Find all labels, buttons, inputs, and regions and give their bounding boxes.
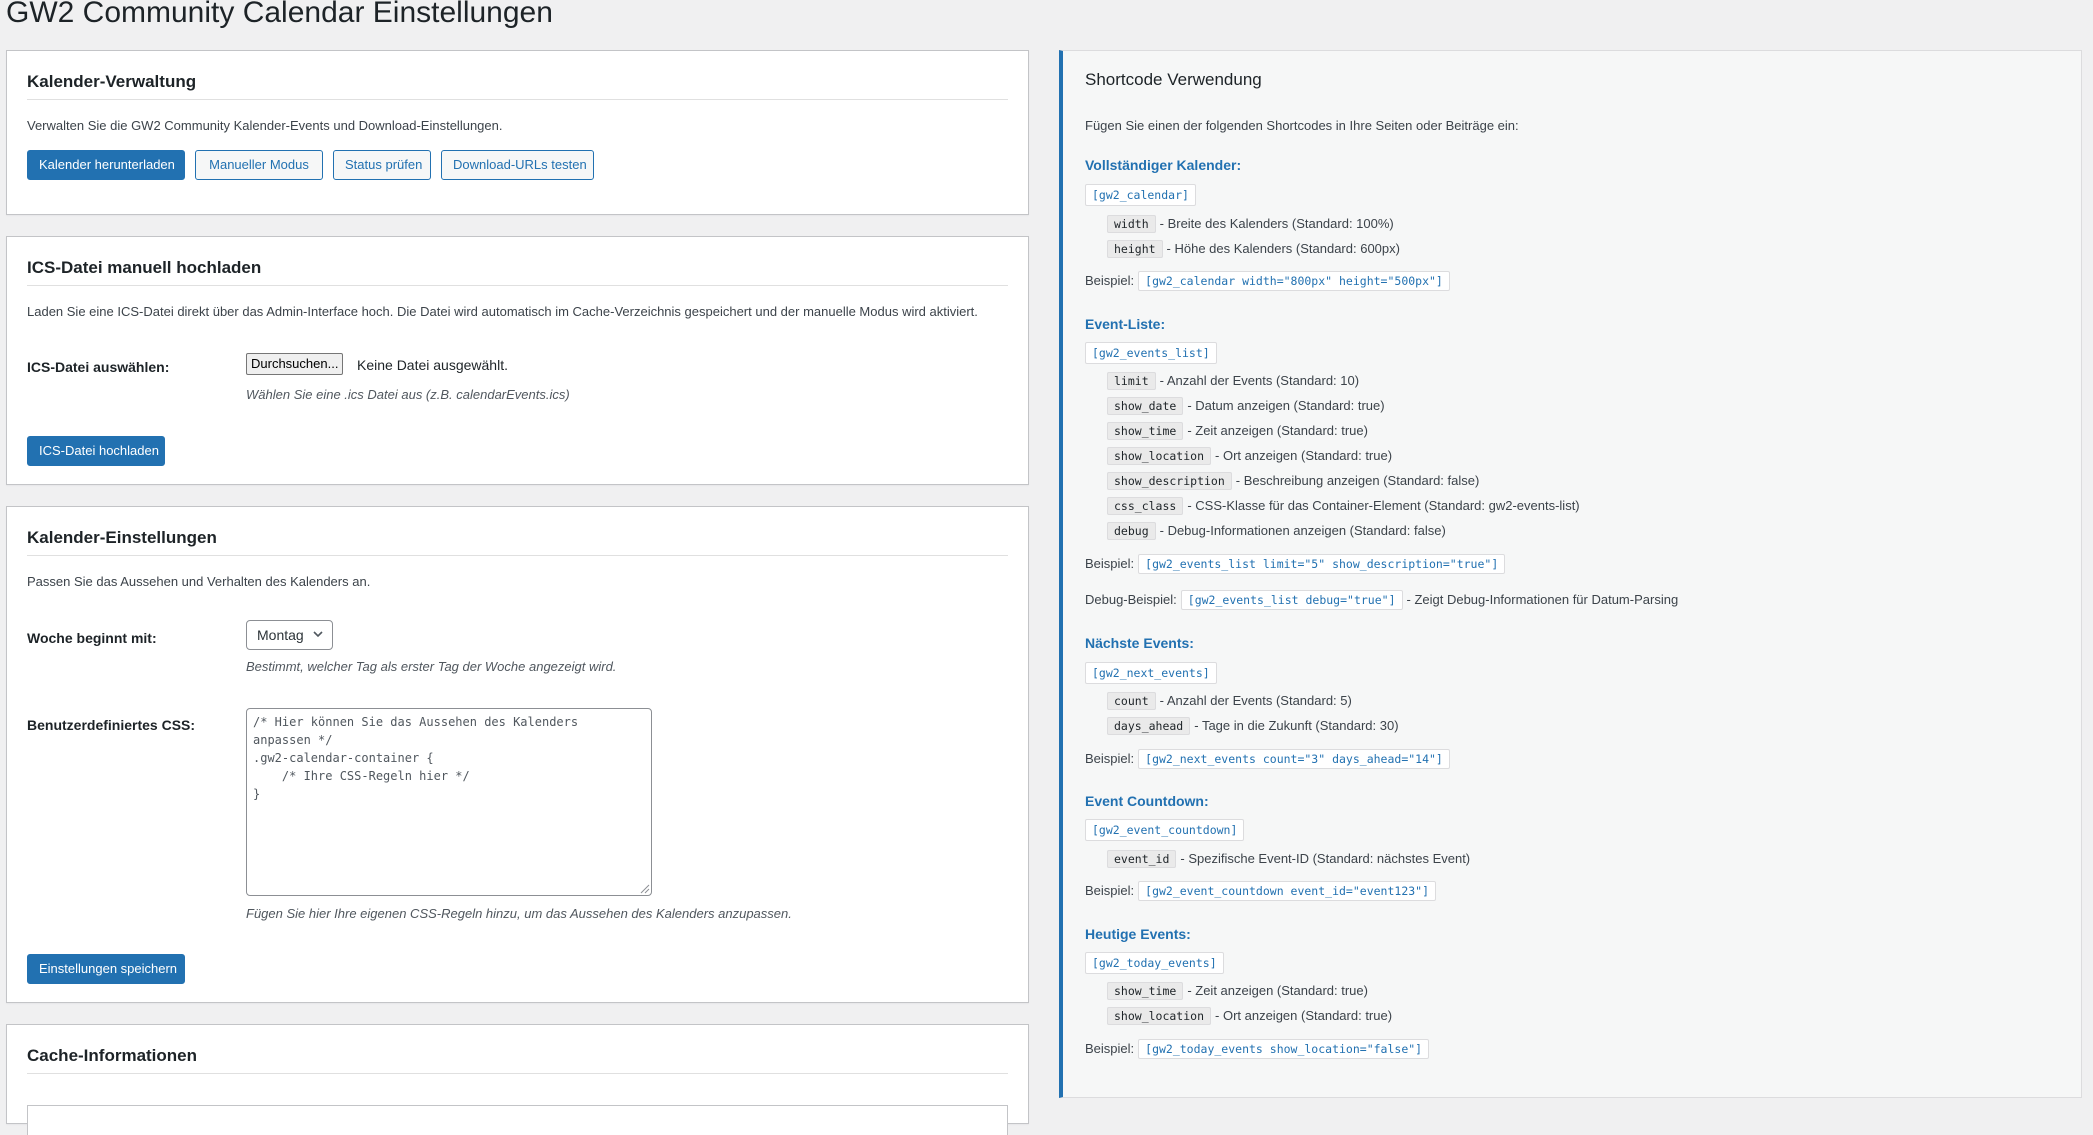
divider: [27, 555, 1008, 556]
param-item: width - Breite des Kalenders (Standard: 1…: [1107, 214, 1394, 234]
cache-card: Cache-Informationen: [6, 1024, 1029, 1135]
resize-handle-icon[interactable]: [638, 882, 650, 894]
cache-title: Cache-Informationen: [27, 1046, 198, 1065]
shortcode-intro: Fügen Sie einen der folgenden Shortcodes…: [1085, 118, 1519, 133]
example-line: Beispiel: [gw2_today_events show_location…: [1085, 1039, 1433, 1059]
check-status-button[interactable]: Status prüfen: [333, 150, 431, 180]
management-card: Kalender-Verwaltung Verwalten Sie die GW…: [6, 50, 1029, 215]
section-next-events-title: Nächste Events:: [1085, 635, 1194, 651]
chevron-down-icon: [312, 621, 324, 659]
section-countdown-title: Event Countdown:: [1085, 793, 1209, 809]
section-today-events-title: Heutige Events:: [1085, 926, 1191, 942]
shortcode-code: [gw2_calendar]: [1085, 184, 1196, 206]
example-line: Beispiel: [gw2_events_list limit="5" show…: [1085, 554, 1509, 574]
management-title: Kalender-Verwaltung: [27, 72, 197, 91]
settings-description: Passen Sie das Aussehen und Verhalten de…: [27, 574, 371, 589]
param-item: css_class - CSS-Klasse für das Container-…: [1107, 496, 1580, 516]
custom-css-textarea[interactable]: /* Hier können Sie das Aussehen des Kale…: [246, 708, 652, 896]
param-item: show_time - Zeit anzeigen (Standard: true…: [1107, 421, 1368, 441]
param-item: count - Anzahl der Events (Standard: 5): [1107, 691, 1352, 711]
test-download-urls-button[interactable]: Download-URLs testen: [441, 150, 594, 180]
param-item: height - Höhe des Kalenders (Standard: 60…: [1107, 239, 1400, 259]
save-settings-button[interactable]: Einstellungen speichern: [27, 954, 185, 984]
page-title: GW2 Community Calendar Einstellungen: [6, 0, 553, 29]
debug-example-line: Debug-Beispiel: [gw2_events_list debug="t…: [1085, 590, 1678, 610]
shortcode-code: [gw2_today_events]: [1085, 952, 1224, 974]
custom-css-label: Benutzerdefiniertes CSS:: [27, 717, 196, 733]
week-start-select[interactable]: Montag: [246, 620, 333, 650]
divider: [27, 285, 1008, 286]
file-label: ICS-Datei auswählen:: [27, 359, 170, 375]
download-calendar-button[interactable]: Kalender herunterladen: [27, 150, 185, 180]
custom-css-hint: Fügen Sie hier Ihre eigenen CSS-Regeln h…: [246, 906, 792, 921]
shortcode-code: [gw2_events_list]: [1085, 342, 1217, 364]
example-line: Beispiel: [gw2_event_countdown event_id="…: [1085, 881, 1440, 901]
shortcode-code: [gw2_event_countdown]: [1085, 819, 1245, 841]
divider: [27, 99, 1008, 100]
shortcode-panel: Shortcode Verwendung Fügen Sie einen der…: [1059, 50, 2082, 1098]
param-item: days_ahead - Tage in die Zukunft (Standar…: [1107, 716, 1399, 736]
param-item: show_date - Datum anzeigen (Standard: tru…: [1107, 396, 1385, 416]
param-item: show_location - Ort anzeigen (Standard: t…: [1107, 1006, 1392, 1026]
upload-ics-button[interactable]: ICS-Datei hochladen: [27, 436, 165, 466]
management-description: Verwalten Sie die GW2 Community Kalender…: [27, 118, 503, 133]
example-line: Beispiel: [gw2_next_events count="3" days…: [1085, 749, 1454, 769]
manual-mode-button[interactable]: Manueller Modus: [195, 150, 323, 180]
section-event-list-title: Event-Liste:: [1085, 316, 1166, 332]
file-hint: Wählen Sie eine .ics Datei aus (z.B. cal…: [246, 387, 570, 402]
shortcode-title: Shortcode Verwendung: [1085, 70, 1262, 89]
settings-title: Kalender-Einstellungen: [27, 528, 217, 547]
browse-file-button[interactable]: Durchsuchen...: [246, 353, 344, 375]
example-line: Beispiel: [gw2_calendar width="800px" hei…: [1085, 271, 1454, 291]
section-full-calendar-title: Vollständiger Kalender:: [1085, 157, 1242, 173]
no-file-text: Keine Datei ausgewählt.: [357, 357, 508, 373]
param-item: debug - Debug-Informationen anzeigen (Sta…: [1107, 521, 1446, 541]
week-start-value: Montag: [257, 627, 304, 643]
week-start-label: Woche beginnt mit:: [27, 630, 157, 646]
week-start-hint: Bestimmt, welcher Tag als erster Tag der…: [246, 659, 617, 674]
param-item: show_description - Beschreibung anzeigen …: [1107, 471, 1479, 491]
upload-card: ICS-Datei manuell hochladen Laden Sie ei…: [6, 236, 1029, 485]
upload-title: ICS-Datei manuell hochladen: [27, 258, 262, 277]
shortcode-code: [gw2_next_events]: [1085, 662, 1217, 684]
param-item: show_location - Ort anzeigen (Standard: t…: [1107, 446, 1392, 466]
param-item: limit - Anzahl der Events (Standard: 10): [1107, 371, 1359, 391]
param-item: show_time - Zeit anzeigen (Standard: true…: [1107, 981, 1368, 1001]
param-item: event_id - Spezifische Event-ID (Standard…: [1107, 849, 1470, 869]
upload-description: Laden Sie eine ICS-Datei direkt über das…: [27, 304, 978, 319]
divider: [27, 1073, 1008, 1074]
